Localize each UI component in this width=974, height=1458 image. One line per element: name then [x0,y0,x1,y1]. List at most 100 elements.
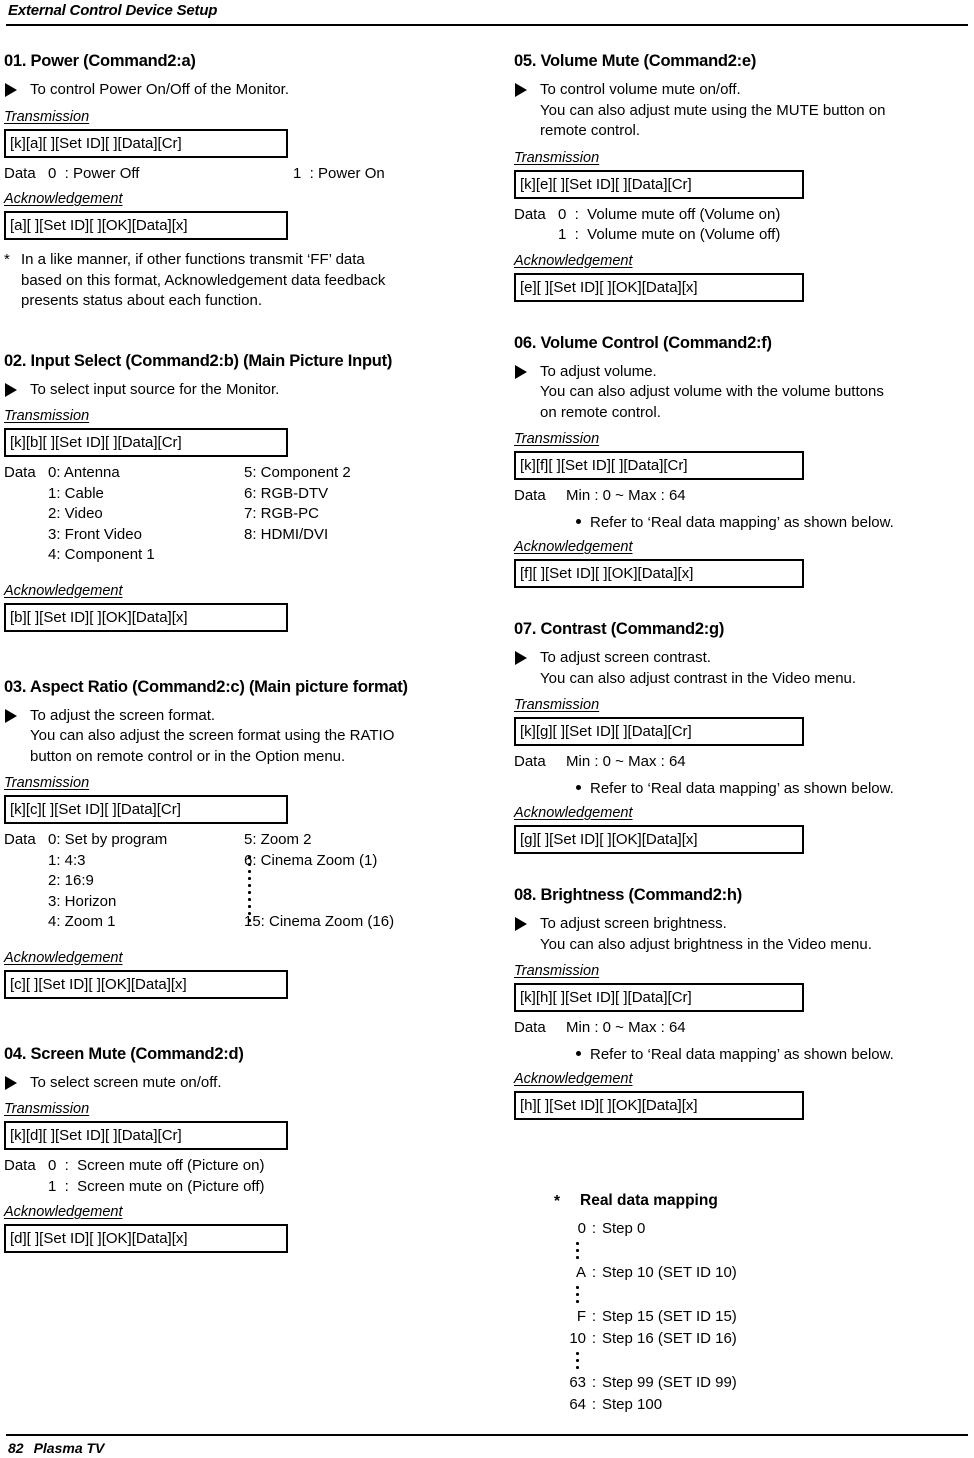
real-data-mapping-block: * Real data mapping 0 : Step 0 A : Step … [552,1192,882,1416]
mapping-ellipsis-row [552,1350,882,1372]
acknowledgement-command-box: [f][ ][Set ID][ ][OK][Data][x] [514,559,804,588]
mapping-key: F [576,1308,586,1325]
refer-note: Refer to ‘Real data mapping’ as shown be… [514,513,974,534]
data-lead-label: Data [514,487,546,504]
header-rule [6,24,968,26]
option-left: 3: Front Video [48,525,142,543]
manual-page: External Control Device Setup 01. Power … [0,0,974,1458]
refer-note: Refer to ‘Real data mapping’ as shown be… [514,1045,974,1066]
mapping-row: 10 : Step 16 (SET ID 16) [552,1328,882,1350]
option-right: 6: RGB-DTV [244,484,329,502]
data-row: Data Min : 0 ~ Max : 64 [514,1018,974,1039]
mapping-value: Step 16 (SET ID 16) [602,1330,737,1347]
data-lead-label: Data [4,464,36,481]
purpose-line: To adjust screen contrast. [540,649,711,666]
mapping-key: 10 [569,1330,586,1347]
transmission-label: Transmission [4,408,90,424]
section-title: 07. Contrast (Command2:g) [514,620,725,638]
purpose-line: To adjust the screen format. [30,706,216,724]
data-row: Data 1 : Screen mute on (Picture off) [4,1177,474,1198]
right-column: 05. Volume Mute (Command2:e) To control … [514,52,974,1126]
data-range-value: Min : 0 ~ Max : 64 [566,1019,686,1036]
acknowledgement-command-box: [c][ ][Set ID][ ][OK][Data][x] [4,969,288,999]
option-right: 15: Cinema Zoom (16) [244,913,395,930]
block-gap [4,941,474,949]
data-value-col1: 0 : Volume mute off (Volume on) [558,205,781,223]
purpose-line: button on remote control or in the Optio… [30,747,346,765]
product-label: Plasma TV [33,1440,105,1456]
acknowledgement-command-box: [b][ ][Set ID][ ][OK][Data][x] [4,602,288,632]
acknowledgement-command-box: [e][ ][Set ID][ ][OK][Data][x] [514,272,804,302]
section-title: 08. Brightness (Command2:h) [514,886,742,904]
purpose-line: To adjust screen brightness. [540,915,727,932]
page-number: 82 [8,1440,24,1456]
triangle-bullet-icon [5,382,17,397]
mapping-separator: : [591,1220,597,1237]
option-left: 1: Cable [48,484,104,502]
data-range-value: Min : 0 ~ Max : 64 [566,487,686,504]
section-05-volume-mute: 05. Volume Mute (Command2:e) To control … [514,52,974,302]
mapping-separator: : [591,1330,597,1347]
data-row: Data 1 : Volume mute on (Volume off) [514,225,974,246]
transmission-command-box: [k][c][ ][Set ID][ ][Data][Cr] [4,795,288,824]
option-right: 5: Zoom 2 [244,831,312,848]
asterisk-icon: * [554,1193,561,1210]
acknowledgement-command-box: [d][ ][Set ID][ ][OK][Data][x] [4,1224,288,1253]
section-purpose: To select input source for the Monitor. [4,380,474,401]
asterisk-icon: * [4,251,10,268]
section-02-input-select: 02. Input Select (Command2:b) (Main Pict… [4,352,474,632]
footer-rule [6,1434,968,1436]
acknowledgement-label: Acknowledgement [514,252,633,269]
block-gap [4,574,474,582]
option-left: 4: Zoom 1 [48,913,116,930]
section-purpose: To adjust screen contrast. You can also … [514,648,974,689]
acknowledgement-label: Acknowledgement [514,805,633,821]
acknowledgement-label: Acknowledgement [514,1071,633,1087]
triangle-bullet-icon [5,83,17,97]
purpose-line: To control volume mute on/off. [540,81,741,98]
section-title: 01. Power (Command2:a) [4,52,196,70]
mapping-value: Step 0 [602,1220,646,1237]
acknowledgement-label: Acknowledgement [4,949,123,966]
note-line: In a like manner, if other functions tra… [21,251,365,268]
section-title: 03. Aspect Ratio (Command2:c) (Main pict… [4,677,408,696]
data-range-value: Min : 0 ~ Max : 64 [566,753,686,770]
data-row: Data Min : 0 ~ Max : 64 [514,486,974,507]
section-04-screen-mute: 04. Screen Mute (Command2:d) To select s… [4,1045,474,1253]
triangle-bullet-icon [5,708,17,723]
vertical-ellipsis-icon [576,1242,579,1263]
section-01-power: 01. Power (Command2:a) To control Power … [4,52,474,312]
mapping-ellipsis-row [552,1240,882,1262]
purpose-line: To select screen mute on/off. [30,1073,222,1091]
data-values: Data Min : 0 ~ Max : 64 [514,486,974,507]
purpose-line: To control Power On/Off of the Monitor. [30,81,290,98]
data-row: Data 0 : Screen mute off (Picture on) [4,1156,474,1177]
vertical-ellipsis-icon [576,1352,579,1373]
purpose-line: You can also adjust contrast in the Vide… [540,669,857,687]
transmission-label: Transmission [4,775,90,791]
bullet-icon [576,518,581,524]
data-values: Data 0 : Screen mute off (Picture on) Da… [4,1156,474,1197]
mapping-separator: : [591,1396,597,1413]
data-value-col1: 0 : Power Off [48,164,140,182]
transmission-label: Transmission [4,1101,90,1117]
section-purpose: To adjust the screen format. You can als… [4,706,474,768]
acknowledgement-label: Acknowledgement [514,539,633,555]
section-06-volume-control: 06. Volume Control (Command2:f) To adjus… [514,334,974,588]
real-data-mapping-title: * Real data mapping [554,1192,882,1210]
data-row: Data 0 : Volume mute off (Volume on) [514,205,974,226]
mapping-value: Step 15 (SET ID 15) [602,1308,737,1325]
transmission-command-box: [k][g][ ][Set ID][ ][Data][Cr] [514,717,804,746]
refer-text: Refer to ‘Real data mapping’ as shown be… [590,513,894,531]
purpose-line: To adjust volume. [540,362,657,380]
option-right: 8: HDMI/DVI [244,525,329,543]
mapping-key: 64 [569,1396,586,1413]
data-option-list: Data 0: Set by program 5: Zoom 2 Data 1:… [4,830,474,933]
triangle-bullet-icon [515,917,527,931]
bullet-icon [576,1050,581,1056]
note-line: based on this format, Acknowledgement da… [21,271,386,289]
mapping-value: Step 10 (SET ID 10) [602,1264,737,1281]
